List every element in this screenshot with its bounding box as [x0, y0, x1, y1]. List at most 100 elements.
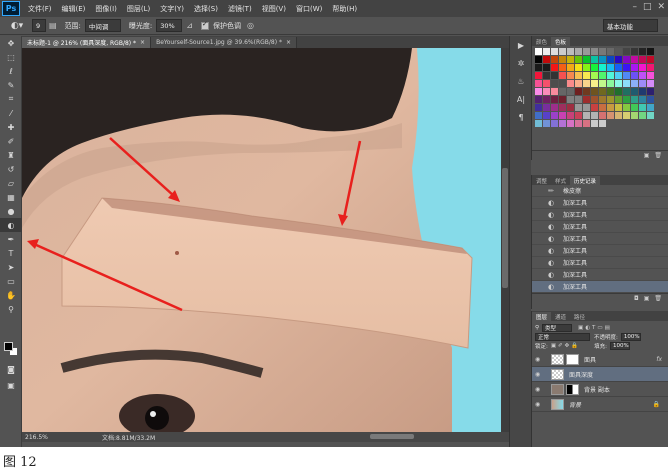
color-swatch[interactable] [535, 104, 542, 111]
color-swatch[interactable] [535, 48, 542, 55]
horizontal-scroll-thumb[interactable] [370, 434, 414, 439]
gradient-tool-icon[interactable]: ▦ [0, 190, 22, 204]
move-tool-icon[interactable]: ✥ [0, 36, 22, 50]
color-swatch[interactable] [583, 112, 590, 119]
layer-filter-icons[interactable]: ▣◐T▭▤ [578, 325, 612, 331]
screen-mode-icon[interactable]: ▣ [0, 378, 22, 392]
color-swatch[interactable] [583, 104, 590, 111]
color-swatch[interactable] [615, 88, 622, 95]
color-swatch[interactable] [631, 96, 638, 103]
color-swatch[interactable] [615, 56, 622, 63]
menu-filter[interactable]: 滤镜(T) [223, 4, 257, 14]
color-swatch[interactable] [551, 120, 558, 127]
color-swatch[interactable] [615, 80, 622, 87]
layer-row[interactable]: ◉ 背景 🔒 [532, 397, 668, 412]
history-item[interactable]: ✏ 橡皮擦 [532, 185, 668, 197]
tab-beyourself-source[interactable]: BeYourself-Source1.jpg @ 39.6%(RGB/8) * … [151, 37, 298, 48]
path-select-tool-icon[interactable]: ➤ [0, 260, 22, 274]
color-swatch[interactable] [647, 88, 654, 95]
color-swatch[interactable] [623, 72, 630, 79]
lock-icons[interactable]: ▣✐✥🔒 [551, 343, 580, 349]
color-swatch[interactable] [575, 72, 582, 79]
vertical-scrollbar[interactable] [501, 48, 509, 432]
color-swatch[interactable] [615, 104, 622, 111]
zoom-tool-icon[interactable]: ⚲ [0, 302, 22, 316]
color-swatch[interactable] [599, 104, 606, 111]
color-swatch[interactable] [615, 48, 622, 55]
color-swatch[interactable] [623, 112, 630, 119]
color-swatch[interactable] [631, 72, 638, 79]
color-swatch[interactable] [567, 64, 574, 71]
color-swatch[interactable] [631, 80, 638, 87]
hand-tool-icon[interactable]: ✋ [0, 288, 22, 302]
color-swatch[interactable] [591, 72, 598, 79]
color-swatch[interactable] [607, 64, 614, 71]
workspace-switcher[interactable]: 基本功能 [603, 19, 658, 32]
color-swatch[interactable] [583, 48, 590, 55]
color-swatch[interactable] [615, 72, 622, 79]
clone-source-icon[interactable]: ♨ [510, 72, 532, 90]
color-swatch[interactable] [639, 104, 646, 111]
color-swatch[interactable] [559, 120, 566, 127]
color-swatch[interactable] [599, 88, 606, 95]
brush-size-picker[interactable]: 9 [32, 19, 46, 32]
color-swatch[interactable] [583, 88, 590, 95]
eraser-tool-icon[interactable]: ▱ [0, 176, 22, 190]
tab-styles[interactable]: 样式 [551, 176, 570, 185]
color-swatch[interactable] [607, 96, 614, 103]
color-swatch[interactable] [535, 80, 542, 87]
marquee-tool-icon[interactable]: ⬚ [0, 50, 22, 64]
color-swatch[interactable] [575, 80, 582, 87]
color-swatch[interactable] [623, 56, 630, 63]
color-swatch[interactable] [599, 64, 606, 71]
color-swatch[interactable] [559, 72, 566, 79]
color-swatch[interactable] [551, 112, 558, 119]
zoom-level[interactable]: 216.5% [22, 434, 54, 441]
color-swatch[interactable] [631, 56, 638, 63]
close-tab-icon[interactable]: × [286, 39, 291, 46]
color-swatch[interactable] [583, 72, 590, 79]
exposure-input[interactable]: 30% [156, 19, 183, 32]
color-swatch[interactable] [551, 80, 558, 87]
color-swatch[interactable] [591, 104, 598, 111]
color-swatch[interactable] [599, 80, 606, 87]
color-swatch[interactable] [615, 96, 622, 103]
history-item[interactable]: ◐ 加深工具 [532, 245, 668, 257]
color-swatch[interactable] [647, 48, 654, 55]
maximize-button[interactable]: □ [643, 2, 652, 12]
history-item[interactable]: ◐ 加深工具 [532, 269, 668, 281]
color-swatch[interactable] [559, 80, 566, 87]
burn-tool-preset-icon[interactable]: ◐▾ [6, 19, 28, 33]
blend-mode-select[interactable]: 正常 [535, 332, 590, 341]
color-swatch[interactable] [599, 112, 606, 119]
color-swatch[interactable] [543, 104, 550, 111]
color-swatch[interactable] [575, 88, 582, 95]
color-swatch[interactable] [535, 64, 542, 71]
delete-history-icon[interactable]: 🗑 [654, 295, 662, 302]
tab-history[interactable]: 历史记录 [570, 176, 601, 185]
brush-settings-icon[interactable]: ✲ [510, 54, 532, 72]
color-swatch[interactable] [559, 96, 566, 103]
color-swatch[interactable] [639, 88, 646, 95]
vertical-scroll-thumb[interactable] [502, 168, 508, 288]
color-swatch[interactable] [591, 80, 598, 87]
history-item[interactable]: ◐ 加深工具 [532, 233, 668, 245]
history-item[interactable]: ◐ 加深工具 [532, 257, 668, 269]
color-swatch[interactable] [575, 48, 582, 55]
color-swatch[interactable] [575, 96, 582, 103]
menu-window[interactable]: 窗口(W) [291, 4, 327, 14]
delete-swatch-icon[interactable]: 🗑 [654, 152, 662, 159]
color-swatch[interactable] [607, 88, 614, 95]
menu-image[interactable]: 图像(I) [90, 4, 122, 14]
color-swatch[interactable] [607, 104, 614, 111]
color-swatch[interactable] [575, 64, 582, 71]
color-swatch[interactable] [543, 72, 550, 79]
color-swatch[interactable] [551, 72, 558, 79]
color-swatch[interactable] [631, 48, 638, 55]
color-swatch[interactable] [607, 48, 614, 55]
shape-tool-icon[interactable]: ▭ [0, 274, 22, 288]
color-swatch[interactable] [575, 56, 582, 63]
range-select[interactable]: 中间调 [84, 19, 121, 32]
color-swatch[interactable] [575, 112, 582, 119]
color-swatch[interactable] [535, 120, 542, 127]
